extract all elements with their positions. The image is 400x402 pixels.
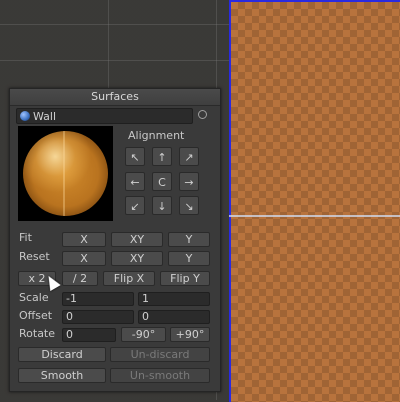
- textured-wall-surface[interactable]: [229, 0, 400, 402]
- align-bottom-right-button[interactable]: ↘: [179, 196, 199, 215]
- fit-x-button[interactable]: X: [62, 232, 106, 247]
- unsmooth-button[interactable]: Un-smooth: [110, 368, 210, 383]
- wall-edge-line: [229, 215, 400, 217]
- material-field[interactable]: Wall: [16, 108, 193, 124]
- material-icon: [20, 111, 30, 121]
- rotate-plus-90-button[interactable]: +90°: [170, 327, 210, 342]
- material-name: Wall: [33, 109, 57, 123]
- offset-label: Offset: [19, 309, 53, 322]
- material-preview: [18, 126, 113, 221]
- rotate-field[interactable]: 0: [62, 328, 116, 342]
- rotate-label: Rotate: [19, 327, 56, 340]
- align-left-button[interactable]: ←: [125, 172, 145, 191]
- align-bottom-button[interactable]: ↓: [152, 196, 172, 215]
- align-top-button[interactable]: ↑: [152, 147, 172, 166]
- reset-label: Reset: [19, 250, 50, 263]
- surfaces-panel: Surfaces Wall Alignment ↖ ↑ ↗ ← C → ↙ ↓ …: [9, 88, 221, 392]
- undiscard-button[interactable]: Un-discard: [110, 347, 210, 362]
- panel-title: Surfaces: [10, 89, 220, 106]
- align-top-right-button[interactable]: ↗: [179, 147, 199, 166]
- flip-y-button[interactable]: Flip Y: [160, 271, 210, 286]
- discard-button[interactable]: Discard: [18, 347, 106, 362]
- reset-y-button[interactable]: Y: [168, 251, 210, 266]
- grid-line: [108, 0, 109, 88]
- fit-y-button[interactable]: Y: [168, 232, 210, 247]
- reset-xy-button[interactable]: XY: [111, 251, 163, 266]
- align-center-button[interactable]: C: [152, 172, 172, 191]
- fit-label: Fit: [19, 231, 32, 244]
- scale-divide-2-button[interactable]: / 2: [62, 271, 98, 286]
- align-bottom-left-button[interactable]: ↙: [125, 196, 145, 215]
- object-picker-icon[interactable]: [198, 110, 207, 119]
- smooth-button[interactable]: Smooth: [18, 368, 106, 383]
- align-right-button[interactable]: →: [179, 172, 199, 191]
- scale-label: Scale: [19, 291, 49, 304]
- offset-x-field[interactable]: 0: [62, 310, 134, 324]
- scale-x-field[interactable]: -1: [62, 292, 134, 306]
- rotate-minus-90-button[interactable]: -90°: [121, 327, 166, 342]
- alignment-title: Alignment: [128, 129, 185, 142]
- fit-xy-button[interactable]: XY: [111, 232, 163, 247]
- preview-sphere: [23, 131, 108, 216]
- reset-x-button[interactable]: X: [62, 251, 106, 266]
- flip-x-button[interactable]: Flip X: [103, 271, 155, 286]
- align-top-left-button[interactable]: ↖: [125, 147, 145, 166]
- scale-y-field[interactable]: 1: [138, 292, 210, 306]
- grid-line: [0, 24, 229, 25]
- offset-y-field[interactable]: 0: [138, 310, 210, 324]
- grid-line: [0, 60, 229, 61]
